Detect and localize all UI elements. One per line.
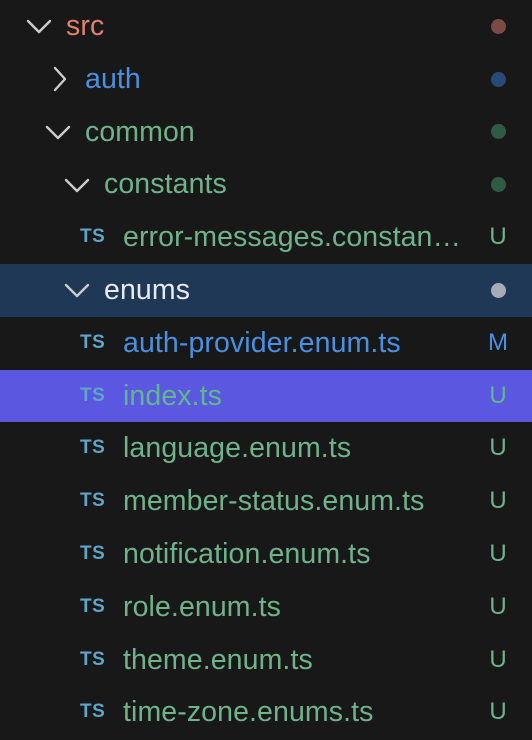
git-status-badge: U (489, 698, 507, 726)
file-label: role.enum.ts (123, 590, 282, 623)
chevron-down-icon[interactable] (43, 106, 73, 159)
typescript-file-icon: TS (80, 437, 106, 459)
typescript-file-icon: TS (80, 542, 106, 564)
git-status-badge: M (488, 328, 508, 356)
file-explorer-tree: src auth common constants TS error-messa… (0, 0, 532, 740)
folder-label: common (85, 115, 195, 148)
git-status-badge: U (489, 539, 507, 567)
git-status-badge: U (489, 381, 507, 409)
git-status-badge: U (489, 487, 507, 515)
folder-auth[interactable]: auth (0, 53, 532, 106)
git-status-dot (491, 18, 506, 34)
folder-label: enums (104, 273, 191, 306)
chevron-down-icon[interactable] (62, 264, 92, 317)
chevron-down-icon[interactable] (62, 158, 92, 211)
git-status-dot (491, 282, 506, 298)
file-label: time-zone.enums.ts (123, 696, 374, 729)
folder-src[interactable]: src (0, 0, 532, 53)
file-language-enum[interactable]: TS language.enum.ts U (0, 422, 532, 475)
typescript-file-icon: TS (80, 648, 106, 670)
folder-label: src (66, 10, 105, 42)
file-member-status-enum[interactable]: TS member-status.enum.ts U (0, 475, 532, 528)
folder-label: auth (85, 62, 141, 95)
file-auth-provider-enum[interactable]: TS auth-provider.enum.ts M (0, 317, 532, 370)
file-index[interactable]: TS index.ts U (0, 369, 532, 423)
git-status-badge: U (489, 592, 507, 620)
git-status-badge: U (489, 434, 507, 462)
file-label: notification.enum.ts (123, 537, 371, 570)
git-status-badge: U (489, 223, 507, 251)
chevron-down-icon[interactable] (24, 0, 54, 53)
git-status-dot (491, 177, 506, 193)
git-status-badge: U (489, 645, 507, 673)
chevron-right-icon[interactable] (44, 53, 74, 106)
git-status-dot (491, 124, 506, 140)
file-time-zone-enums[interactable]: TS time-zone.enums.ts U (0, 686, 532, 739)
file-label: auth-provider.enum.ts (123, 326, 401, 359)
typescript-file-icon: TS (80, 701, 106, 723)
file-notification-enum[interactable]: TS notification.enum.ts U (0, 528, 532, 581)
typescript-file-icon: TS (80, 384, 106, 406)
folder-constants[interactable]: constants (0, 158, 532, 211)
typescript-file-icon: TS (80, 595, 106, 617)
typescript-file-icon: TS (80, 331, 106, 353)
file-label: language.enum.ts (123, 432, 352, 465)
folder-label: constants (104, 168, 227, 201)
folder-enums[interactable]: enums (0, 263, 532, 317)
file-label: index.ts (123, 379, 223, 412)
typescript-file-icon: TS (80, 490, 106, 512)
typescript-file-icon: TS (80, 226, 106, 248)
file-label: theme.enum.ts (123, 643, 313, 676)
file-role-enum[interactable]: TS role.enum.ts U (0, 581, 532, 634)
git-status-dot (491, 71, 506, 87)
folder-common[interactable]: common (0, 106, 532, 159)
file-label: member-status.enum.ts (123, 485, 425, 518)
file-theme-enum[interactable]: TS theme.enum.ts U (0, 634, 532, 687)
file-error-messages-constants[interactable]: TS error-messages.constants.ts U (0, 211, 532, 264)
file-label: error-messages.constants.ts (123, 221, 469, 254)
